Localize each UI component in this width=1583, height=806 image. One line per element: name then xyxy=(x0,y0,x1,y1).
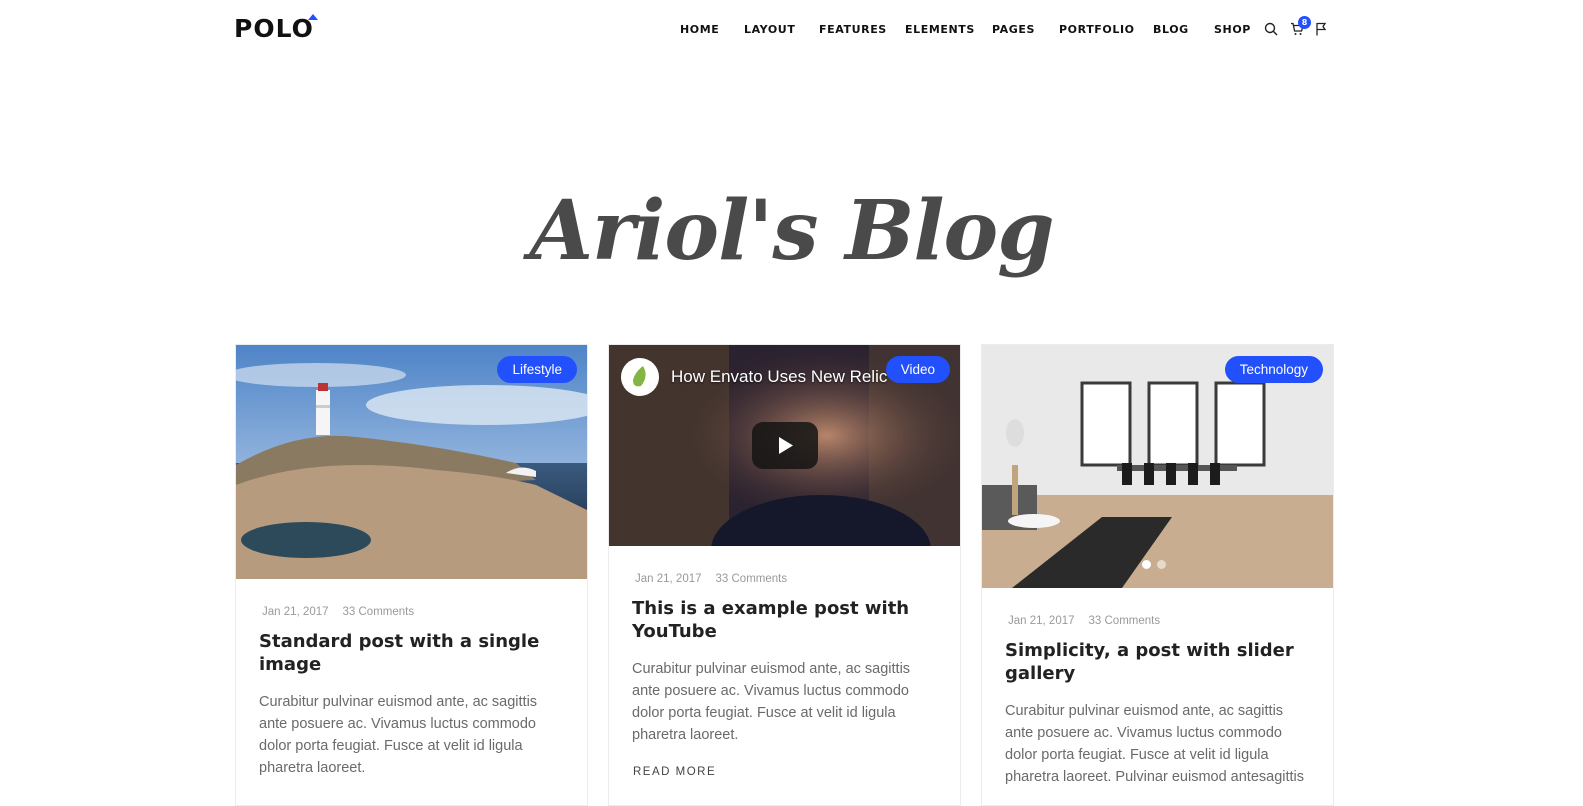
post-comments-link[interactable]: 33 Comments xyxy=(343,606,415,618)
post-card-technology: Technology Jan 21, 2017 33 Comments Simpl… xyxy=(981,344,1334,806)
post-comments-link[interactable]: 33 Comments xyxy=(716,573,788,585)
category-badge[interactable]: Lifestyle xyxy=(497,356,577,383)
nav-item-portfolio[interactable]: PORTFOLIO xyxy=(1059,23,1135,36)
slider-dot-active[interactable] xyxy=(1142,560,1151,569)
logo-mark-icon xyxy=(308,14,318,20)
post-date: Jan 21, 2017 xyxy=(262,606,329,618)
slider-pagination xyxy=(1142,556,1172,574)
post-title[interactable]: Standard post with a single image xyxy=(259,630,559,676)
slider-dot[interactable] xyxy=(1157,560,1166,569)
category-badge[interactable]: Video xyxy=(885,356,950,383)
video-title[interactable]: How Envato Uses New Relic xyxy=(671,367,887,387)
post-card-video: How Envato Uses New Relic Video Jan 21, … xyxy=(608,344,961,806)
post-meta: Jan 21, 2017 33 Comments xyxy=(635,573,787,585)
play-button[interactable] xyxy=(752,422,818,469)
search-icon[interactable] xyxy=(1264,22,1278,41)
nav-item-blog[interactable]: BLOG xyxy=(1153,23,1189,36)
post-date: Jan 21, 2017 xyxy=(1008,615,1075,627)
nav-item-home[interactable]: HOME xyxy=(680,23,719,36)
nav-item-shop[interactable]: SHOP xyxy=(1214,23,1251,36)
page-title: Ariol's Blog xyxy=(529,182,1054,279)
post-card-lifestyle: Lifestyle Jan 21, 2017 33 Comments Standa… xyxy=(235,344,588,806)
nav-item-layout[interactable]: LAYOUT xyxy=(744,23,795,36)
envato-logo-icon xyxy=(621,358,659,396)
post-title[interactable]: Simplicity, a post with slider gallery xyxy=(1005,639,1305,685)
post-comments-link[interactable]: 33 Comments xyxy=(1089,615,1161,627)
cart-count-badge: 8 xyxy=(1298,16,1311,29)
post-date: Jan 21, 2017 xyxy=(635,573,702,585)
logo[interactable]: POLO xyxy=(234,14,314,43)
read-more-link[interactable]: READ MORE xyxy=(633,766,716,778)
post-title[interactable]: This is a example post with YouTube xyxy=(632,597,932,643)
post-meta: Jan 21, 2017 33 Comments xyxy=(262,606,414,618)
nav-item-pages[interactable]: PAGES xyxy=(992,23,1035,36)
nav-item-elements[interactable]: ELEMENTS xyxy=(905,23,975,36)
category-badge[interactable]: Technology xyxy=(1224,356,1323,383)
flag-icon[interactable] xyxy=(1315,22,1328,41)
post-excerpt: Curabitur pulvinar euismod ante, ac sagi… xyxy=(1005,703,1305,785)
nav-item-features[interactable]: FEATURES xyxy=(819,23,887,36)
post-excerpt: Curabitur pulvinar euismod ante, ac sagi… xyxy=(632,661,911,743)
post-excerpt: Curabitur pulvinar euismod ante, ac sagi… xyxy=(259,694,538,776)
post-meta: Jan 21, 2017 33 Comments xyxy=(1008,615,1160,627)
